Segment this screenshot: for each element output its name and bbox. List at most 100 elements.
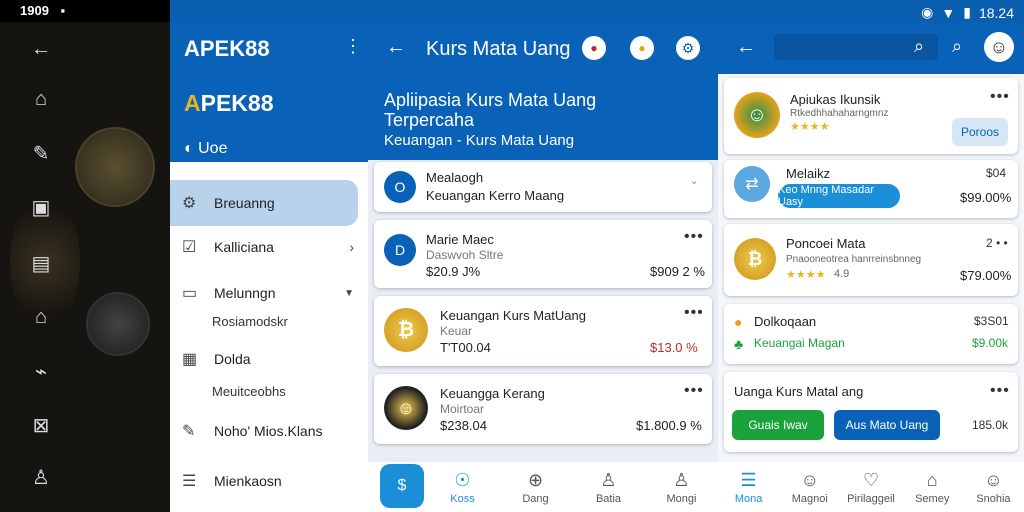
briefcase-icon: ▭ [182, 285, 198, 302]
nav-label: Batia [595, 492, 622, 505]
nav-pirilaggeil-icon: ♡ [862, 469, 880, 490]
app-screen: 1909 ▪ ◉ ▼ ▮ 18.24 ← ⌂ ✎ ▣ ▤ ⌂ ⌁ ⊠ ♙ APE… [0, 0, 1024, 512]
settings-icon: ⚙ [182, 195, 197, 212]
clover-icon: ♣ [734, 336, 744, 352]
document-icon[interactable]: ▤ [28, 250, 54, 276]
card-value: $99.00% [960, 190, 1012, 205]
nav-magnoi-icon: ☺ [800, 469, 819, 490]
more-horiz-icon[interactable]: ••• [684, 228, 704, 246]
card-value-left: $20.9 J% [426, 264, 481, 279]
card-subtitle: Keuar [440, 324, 473, 338]
rating-stars: ★★★★ [786, 269, 826, 281]
nav-semey-icon: ⌂ [926, 469, 938, 490]
bottom-nav: ☰ Mona ☺ Magnoi ♡ Pirilaggeil ⌂ Semey ☺ Snohi… [718, 462, 1024, 512]
list-card[interactable]: ₿ Keuangan Kurs MatUang Keuar T'T00.04 $… [374, 296, 712, 366]
drawer-subitem[interactable]: Meuitceobhs [212, 384, 286, 399]
drawer-item[interactable]: ▦ Dolda [170, 336, 368, 382]
card-subtitle: Rtkedhhahaharngmnz [790, 108, 889, 119]
profile-icon[interactable]: ♙ [28, 464, 54, 490]
status-time: 1909 [20, 3, 49, 18]
main-panel: ← Kurs Mata Uang ● ● ⚙ Apliipasia Kurs M… [368, 22, 718, 512]
action-button[interactable]: Keo Mnng Masadar Uasy [778, 184, 900, 208]
chevron-down-icon[interactable]: ⌄ [690, 176, 698, 187]
drawer-title: APEK88 [184, 36, 270, 61]
nav-item-magnoi[interactable]: ☺ Magnoi [779, 462, 840, 512]
edit-box-icon: ✎ [182, 423, 196, 440]
card-subtitle: Keuangai Magan [754, 336, 845, 350]
list-card[interactable]: ⇄ Melaikz $04 Keo Mnng Masadar Uasy $99.… [724, 160, 1018, 218]
nav-mongi-icon: ♙ [673, 469, 690, 490]
green-button[interactable]: Guais Iwav [732, 410, 824, 440]
nav-item-batia[interactable]: ♙ Batia [572, 462, 645, 512]
open-button[interactable]: Poroos [952, 118, 1008, 146]
navigation-drawer: APEK88 ⋮ APEK88 ◐ Uoe ⚙ Breuanng ☑ Kallici… [170, 22, 368, 512]
coin-image [86, 292, 150, 356]
settings-icon[interactable]: ⚙ [676, 36, 700, 60]
back-arrow-icon[interactable]: ← [386, 36, 406, 59]
nav-item-pirilaggeil[interactable]: ♡ Pirilaggeil [840, 462, 901, 512]
more-horiz-icon[interactable]: ••• [684, 304, 704, 322]
nav-item-mona[interactable]: ☰ Mona [718, 462, 779, 512]
user-icon: ◐ [184, 140, 194, 157]
search-icon[interactable]: ⌕ [914, 36, 924, 57]
list-card[interactable]: D Marie Maec Daswvoh Sltre $20.9 J% $909… [374, 220, 712, 288]
app-icon[interactable]: $ [380, 464, 424, 508]
card-title: Marie Maec [426, 232, 494, 247]
more-horiz-icon[interactable]: ••• [684, 382, 704, 400]
nav-label: Semey [915, 492, 950, 505]
nav-mona-icon: ☰ [740, 469, 757, 490]
nav-item-dang[interactable]: ⊕ Dang [499, 462, 572, 512]
list-card[interactable]: ● ♣ Dolkoqaan Keuangai Magan $3S01 $9.00… [724, 304, 1018, 364]
bitcoin-icon: ₿ [734, 238, 776, 280]
more-vert-icon[interactable]: ⋮ [344, 36, 362, 57]
app-header: ← Kurs Mata Uang ● ● ⚙ Apliipasia Kurs M… [368, 22, 718, 160]
card-subtitle: Keuangan Kerro Maang [426, 188, 565, 203]
drawer-item[interactable]: ✎ Noho' Mios.Klans [170, 408, 368, 454]
bank-icon[interactable]: ⌂ [28, 304, 54, 330]
list-card[interactable]: ☺ Keuangga Kerang Moirtoar $238.04 $1.80… [374, 374, 712, 444]
blue-button[interactable]: Aus Mato Uang [834, 410, 940, 440]
more-horiz-icon[interactable]: ••• [990, 382, 1010, 400]
list-card[interactable]: ₿ Poncoei Mata Pnaooneotrea hanrreinsbnn… [724, 224, 1018, 296]
card-value-right: $909 2 % [650, 264, 705, 279]
nav-label: Magnoi [791, 492, 828, 505]
more-horiz-icon[interactable]: ••• [990, 88, 1010, 106]
close-box-icon[interactable]: ⊠ [28, 412, 54, 438]
window-icon[interactable]: ▣ [28, 194, 54, 220]
card-value-left: $238.04 [440, 418, 487, 433]
back-arrow-icon[interactable]: ← [736, 36, 756, 59]
card-value-right: $1.800.9 % [636, 418, 702, 433]
nav-item-snohia[interactable]: ☺ Snohia [963, 462, 1024, 512]
nav-item-mongi[interactable]: ♙ Mongi [645, 462, 718, 512]
notification-icon[interactable]: ● [582, 36, 606, 60]
drawer-item[interactable]: ☰ Mienkaosn [170, 458, 368, 504]
search-icon[interactable]: ⌕ [952, 36, 962, 57]
more-horiz-icon[interactable]: 2 • • [986, 236, 1008, 250]
nav-label: Pirilaggeil [847, 492, 895, 505]
list-card[interactable]: ☺ Apiukas Ikunsik Rtkedhhahaharngmnz ★★★… [724, 78, 1018, 154]
list-card[interactable]: O Mealaogh Keuangan Kerro Maang ⌄ [374, 162, 712, 212]
secondary-panel: ← ⌕ ⌕ ☺ ☺ Apiukas Ikunsik Rtkedhhahaharn… [718, 22, 1024, 512]
edit-icon[interactable]: ✎ [28, 140, 54, 166]
wifi-icon: ▼ [941, 4, 956, 21]
drawer-subitem[interactable]: Rosiamodskr [212, 314, 288, 329]
chart-icon[interactable]: ⌁ [28, 358, 54, 384]
avatar[interactable]: ☺ [984, 32, 1014, 62]
drawer-item-selected[interactable]: ⚙ Breuanng [170, 180, 358, 226]
currency-icon: D [384, 234, 416, 266]
nav-label: Dang [522, 492, 549, 505]
rating-stars: ★★★★ [790, 121, 830, 133]
list-card[interactable]: Uanga Kurs Matal ang ••• Guais Iwav Aus … [724, 372, 1018, 452]
card-subtitle: Pnaooneotrea hanrreinsbnneg [786, 254, 922, 265]
nav-item-semey[interactable]: ⌂ Semey [902, 462, 963, 512]
drawer-item[interactable]: ▭ Melunngn ▼ [170, 270, 368, 316]
drawer-item[interactable]: ☑ Kalliciana › [170, 224, 368, 270]
drawer-item-label: Breuanng [214, 195, 275, 211]
bell-icon[interactable]: ● [630, 36, 654, 60]
back-arrow-icon[interactable]: ← [28, 36, 54, 62]
nav-item-koss[interactable]: ☉ Koss [426, 462, 499, 512]
card-title: Apiukas Ikunsik [790, 92, 881, 107]
card-value-top: $04 [986, 166, 1007, 180]
drawer-item-label: Kalliciana [214, 239, 274, 255]
home-icon[interactable]: ⌂ [28, 86, 54, 112]
